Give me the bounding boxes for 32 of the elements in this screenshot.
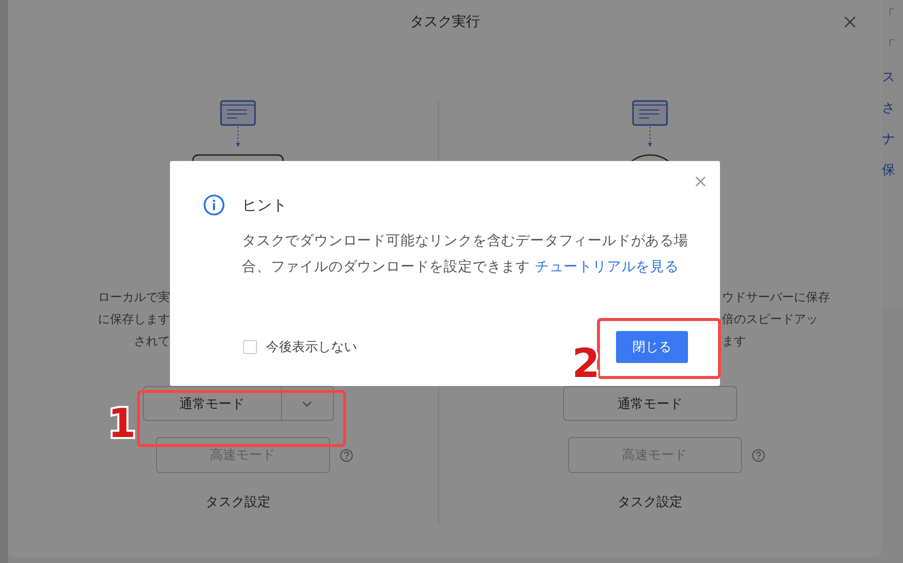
close-icon[interactable] <box>695 176 706 187</box>
tutorial-link[interactable]: チュートリアルを見る <box>534 259 679 275</box>
browser-window-icon <box>220 100 256 148</box>
hint-message: タスクでダウンロード可能なリンクを含むデータフィールドがある場合、ファイルのダウンロードを設定できます チュートリアルを見る <box>242 232 690 277</box>
normal-mode-button[interactable]: 通常モード <box>144 387 282 420</box>
normal-mode-button[interactable]: 通常モード <box>563 386 737 421</box>
background-text: ス <box>882 69 896 87</box>
background-text: ナ <box>882 131 896 149</box>
close-button[interactable]: 閉じる <box>616 331 688 363</box>
mode-description: ウドサーバーに保存 <box>722 289 830 306</box>
help-icon[interactable] <box>340 448 352 462</box>
help-icon[interactable] <box>752 448 764 462</box>
background-text: 「 <box>882 7 896 25</box>
info-icon <box>203 194 225 216</box>
background-text: 「 <box>882 38 896 56</box>
mode-description: されて <box>134 333 170 350</box>
step-number: 1 <box>108 404 136 444</box>
hint-title: ヒント <box>242 196 287 214</box>
task-settings-label: タスク設定 <box>206 494 270 511</box>
dialog-title: タスク実行 <box>410 13 480 31</box>
checkbox-label: 今後表示しない <box>266 339 357 356</box>
background-text: さ <box>882 100 896 118</box>
task-settings-label: タスク設定 <box>618 494 682 511</box>
close-icon[interactable] <box>844 16 856 28</box>
browser-window-icon <box>632 100 668 148</box>
background-text: 保 <box>882 162 896 180</box>
mode-description: ローカルで実 <box>98 289 170 306</box>
checkbox[interactable] <box>243 340 257 354</box>
step-number: 2 <box>572 344 600 384</box>
mode-description: 倍のスピードアッ <box>722 311 818 328</box>
mode-description: ます <box>722 333 746 350</box>
mode-description: に保存します <box>98 311 170 328</box>
